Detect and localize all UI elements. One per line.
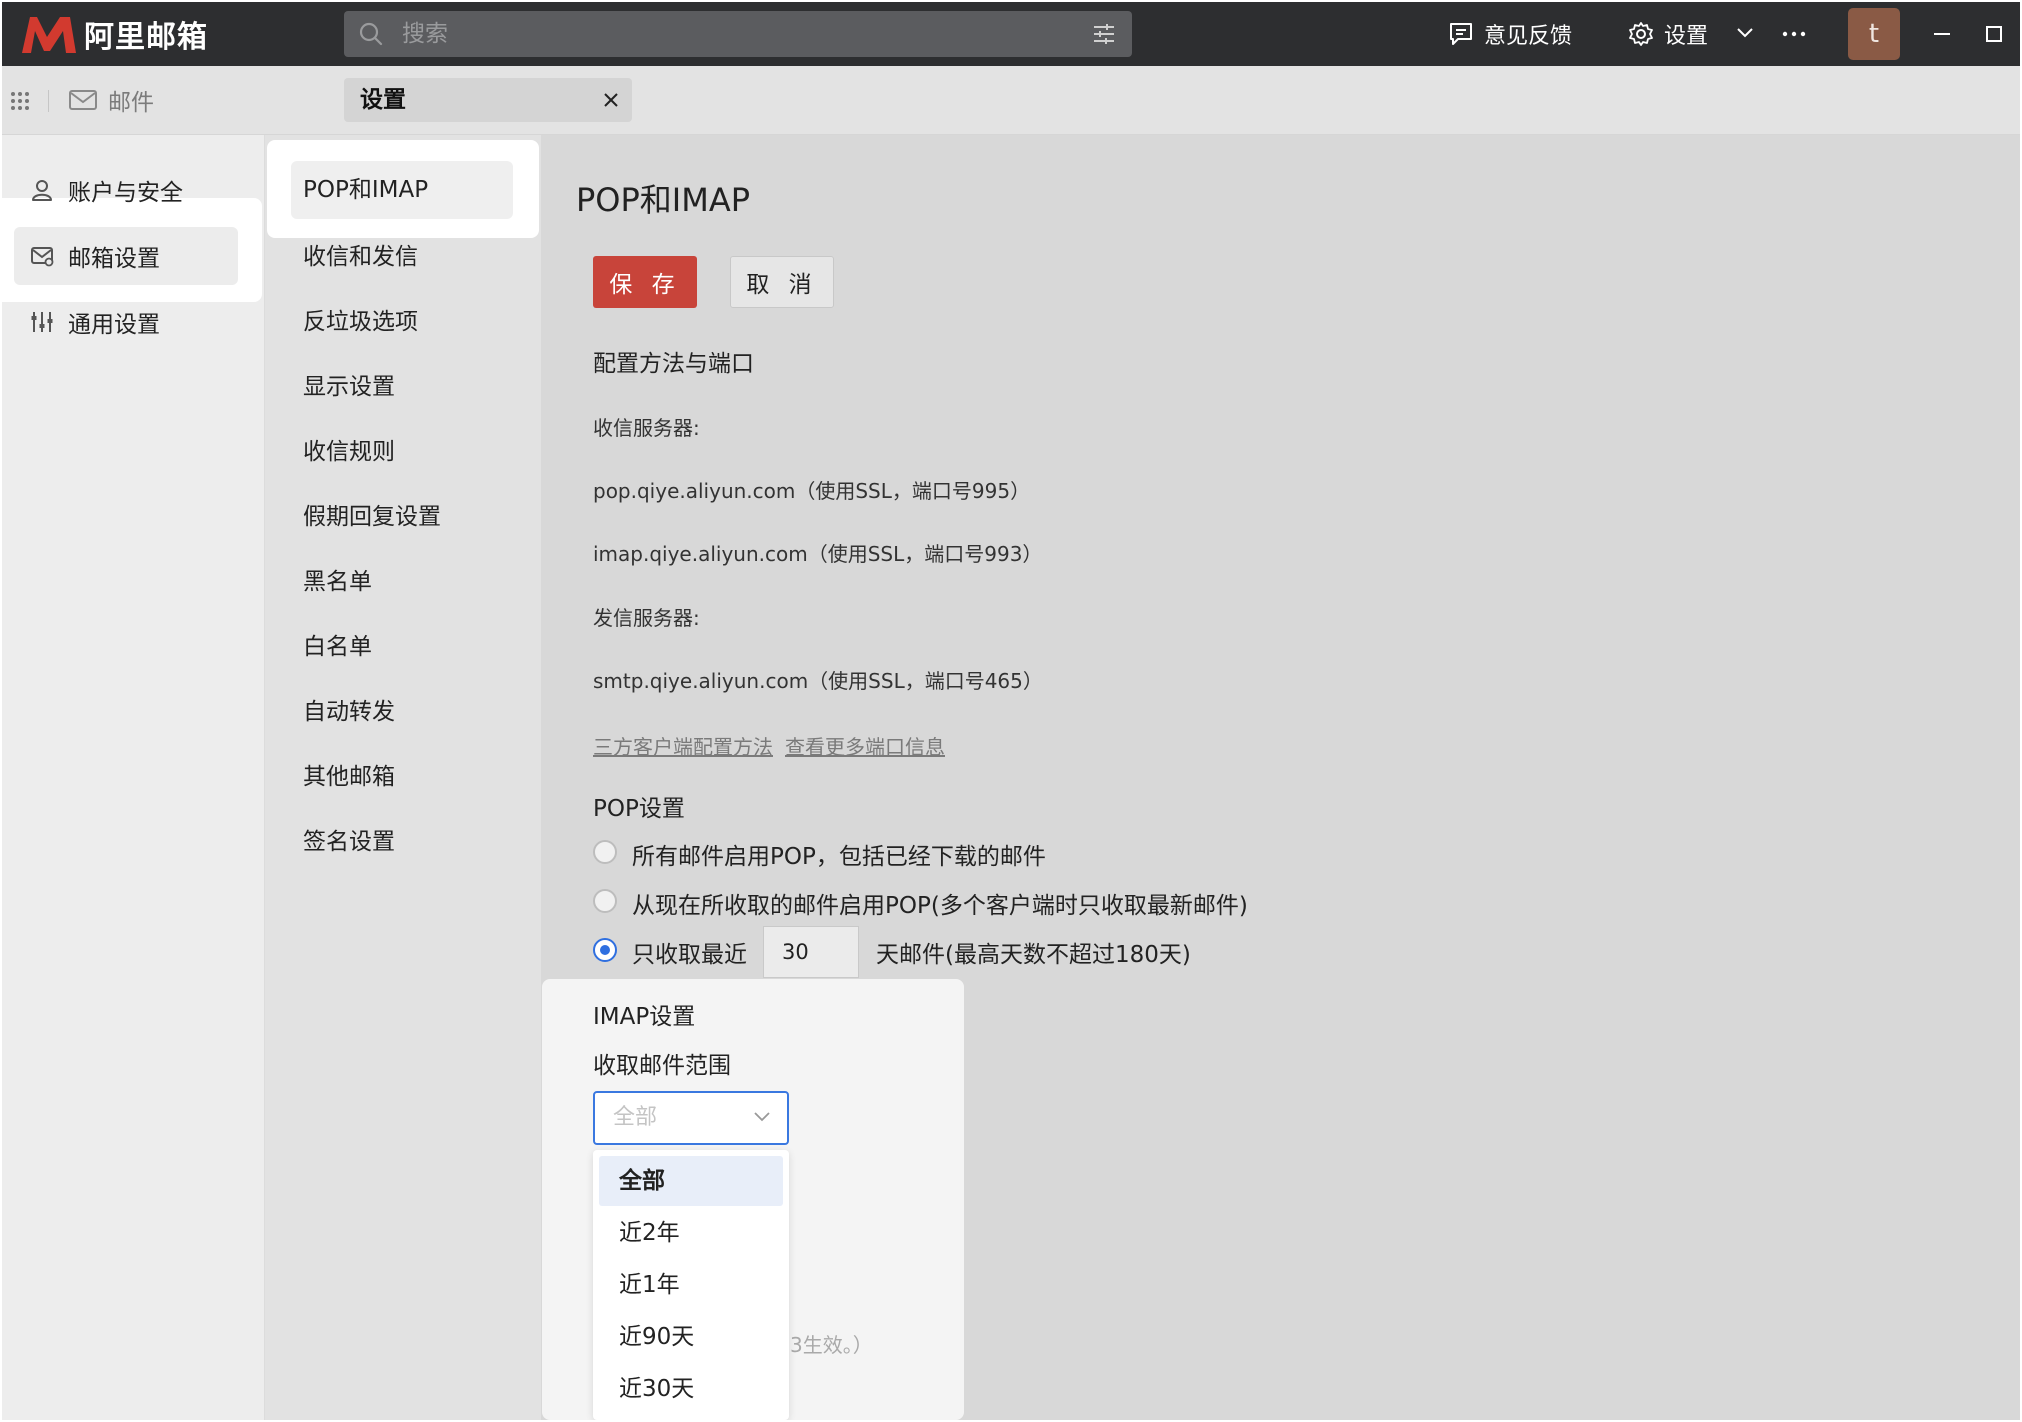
nav-item-account-security[interactable]: 账户与安全 (14, 161, 238, 219)
subnav-item-whitelist[interactable]: 白名单 (303, 622, 372, 672)
client-config-link[interactable]: 三方客户端配置方法 (593, 731, 773, 760)
subnav-item-other-mailboxes[interactable]: 其他邮箱 (303, 752, 395, 802)
settings-button[interactable]: 设置 (1628, 2, 1708, 66)
user-icon (32, 180, 52, 201)
apps-grid-icon[interactable] (10, 91, 30, 111)
range-select-value: 全部 (613, 1105, 658, 1130)
mailbox-settings-subnav: POP和IMAP 收信和发信 反垃圾选项 显示设置 收信规则 假期回复设置 黑名… (265, 135, 542, 1420)
subnav-item-blacklist[interactable]: 黑名单 (303, 557, 372, 607)
mail-icon (69, 90, 97, 110)
smtp-server-text: smtp.qiye.aliyun.com（使用SSL，端口号465） (593, 669, 1043, 693)
chevron-down-icon (754, 1112, 770, 1122)
days-suffix-label: 天邮件(最高天数不超过180天) (876, 942, 1191, 968)
app-logo[interactable]: 阿里邮箱 (20, 13, 208, 55)
subnav-item-vacation-reply[interactable]: 假期回复设置 (303, 492, 441, 542)
incoming-server-label: 收信服务器: (593, 416, 700, 440)
range-option-all[interactable]: 全部 (599, 1156, 783, 1206)
tab-bar: 邮件 设置 (2, 66, 2020, 135)
range-select[interactable]: 全部 (593, 1091, 789, 1145)
search-icon (359, 22, 383, 46)
imap-server-text: imap.qiye.aliyun.com（使用SSL，端口号993） (593, 542, 1043, 566)
gear-icon (1629, 22, 1653, 46)
avatar[interactable]: t (1848, 8, 1900, 60)
top-bar: 阿里邮箱 意见反馈 (2, 2, 2020, 66)
pop-option-new-radio[interactable] (593, 889, 617, 913)
sliders-icon (31, 312, 53, 332)
settings-label: 设置 (1664, 24, 1709, 49)
maximize-icon[interactable] (1984, 24, 2004, 44)
app-window: 阿里邮箱 意见反馈 (2, 2, 2020, 1420)
page-title: POP和IMAP (576, 181, 751, 219)
feedback-icon (1450, 23, 1472, 45)
range-option-90d[interactable]: 近90天 (599, 1312, 783, 1362)
subnav-item-auto-forward[interactable]: 自动转发 (303, 687, 395, 737)
nav-item-label: 账户与安全 (68, 180, 183, 206)
more-icon[interactable] (1782, 30, 1806, 38)
nav-item-label: 邮箱设置 (68, 246, 160, 272)
partial-note-label: 3生效。） (790, 1333, 873, 1357)
pop-option-all-radio[interactable] (593, 840, 617, 864)
imap-heading: IMAP设置 (593, 1004, 696, 1030)
search-bar[interactable] (344, 11, 1132, 57)
subnav-item-signature[interactable]: 签名设置 (303, 817, 395, 867)
subnav-item-pop-imap[interactable]: POP和IMAP (291, 161, 513, 219)
filter-options-icon[interactable] (1092, 22, 1116, 46)
config-heading: 配置方法与端口 (593, 351, 754, 377)
range-option-30d[interactable]: 近30天 (599, 1364, 783, 1414)
range-label: 收取邮件范围 (593, 1053, 731, 1079)
pop-option-all-label[interactable]: 所有邮件启用POP，包括已经下载的邮件 (632, 837, 1046, 871)
pop-option-recent-label[interactable]: 只收取最近 (632, 935, 747, 969)
tab-mail-label: 邮件 (108, 90, 154, 116)
close-icon[interactable] (602, 91, 620, 109)
settings-category-nav: 账户与安全 邮箱设置 通用设置 (2, 135, 265, 1420)
logo-m-icon (22, 17, 76, 53)
search-input[interactable] (402, 11, 1042, 57)
subnav-item-send-receive[interactable]: 收信和发信 (303, 232, 418, 282)
save-button[interactable]: 保 存 (593, 256, 697, 308)
nav-item-label: 通用设置 (68, 312, 160, 338)
outgoing-server-label: 发信服务器: (593, 606, 700, 630)
nav-item-mailbox-settings[interactable]: 邮箱设置 (14, 227, 238, 285)
pop-server-text: pop.qiye.aliyun.com（使用SSL，端口号995） (593, 479, 1031, 503)
subnav-item-inbox-rules[interactable]: 收信规则 (303, 427, 395, 477)
cancel-button[interactable]: 取 消 (730, 256, 834, 308)
feedback-label: 意见反馈 (1484, 24, 1573, 49)
tab-settings-label: 设置 (360, 87, 406, 113)
range-option-1y[interactable]: 近1年 (599, 1260, 783, 1310)
days-input[interactable] (763, 926, 859, 978)
range-dropdown: 全部 近2年 近1年 近90天 近30天 (593, 1150, 789, 1420)
minimize-icon[interactable] (1932, 26, 1952, 42)
range-option-2y[interactable]: 近2年 (599, 1208, 783, 1258)
feedback-button[interactable]: 意见反馈 (1448, 2, 1572, 66)
tab-mail[interactable]: 邮件 (68, 66, 154, 134)
subnav-item-anti-spam[interactable]: 反垃圾选项 (303, 297, 418, 347)
pop-option-new-label[interactable]: 从现在所收取的邮件启用POP(多个客户端时只收取最新邮件) (632, 886, 1248, 920)
subnav-item-display[interactable]: 显示设置 (303, 362, 395, 412)
partial-note-text: 3生效。） (790, 1329, 880, 1358)
mailbox-settings-icon (31, 247, 54, 267)
nav-item-general-settings[interactable]: 通用设置 (14, 293, 238, 351)
tab-settings[interactable]: 设置 (344, 78, 632, 122)
app-name: 阿里邮箱 (84, 20, 208, 55)
divider (48, 90, 49, 112)
chevron-down-icon[interactable] (1736, 26, 1754, 40)
settings-content: POP和IMAP 保 存 取 消 配置方法与端口 收信服务器: pop.qiye… (542, 135, 2020, 1420)
pop-option-recent-radio[interactable] (593, 938, 617, 962)
more-ports-link[interactable]: 查看更多端口信息 (785, 731, 945, 760)
pop-heading: POP设置 (593, 796, 685, 822)
